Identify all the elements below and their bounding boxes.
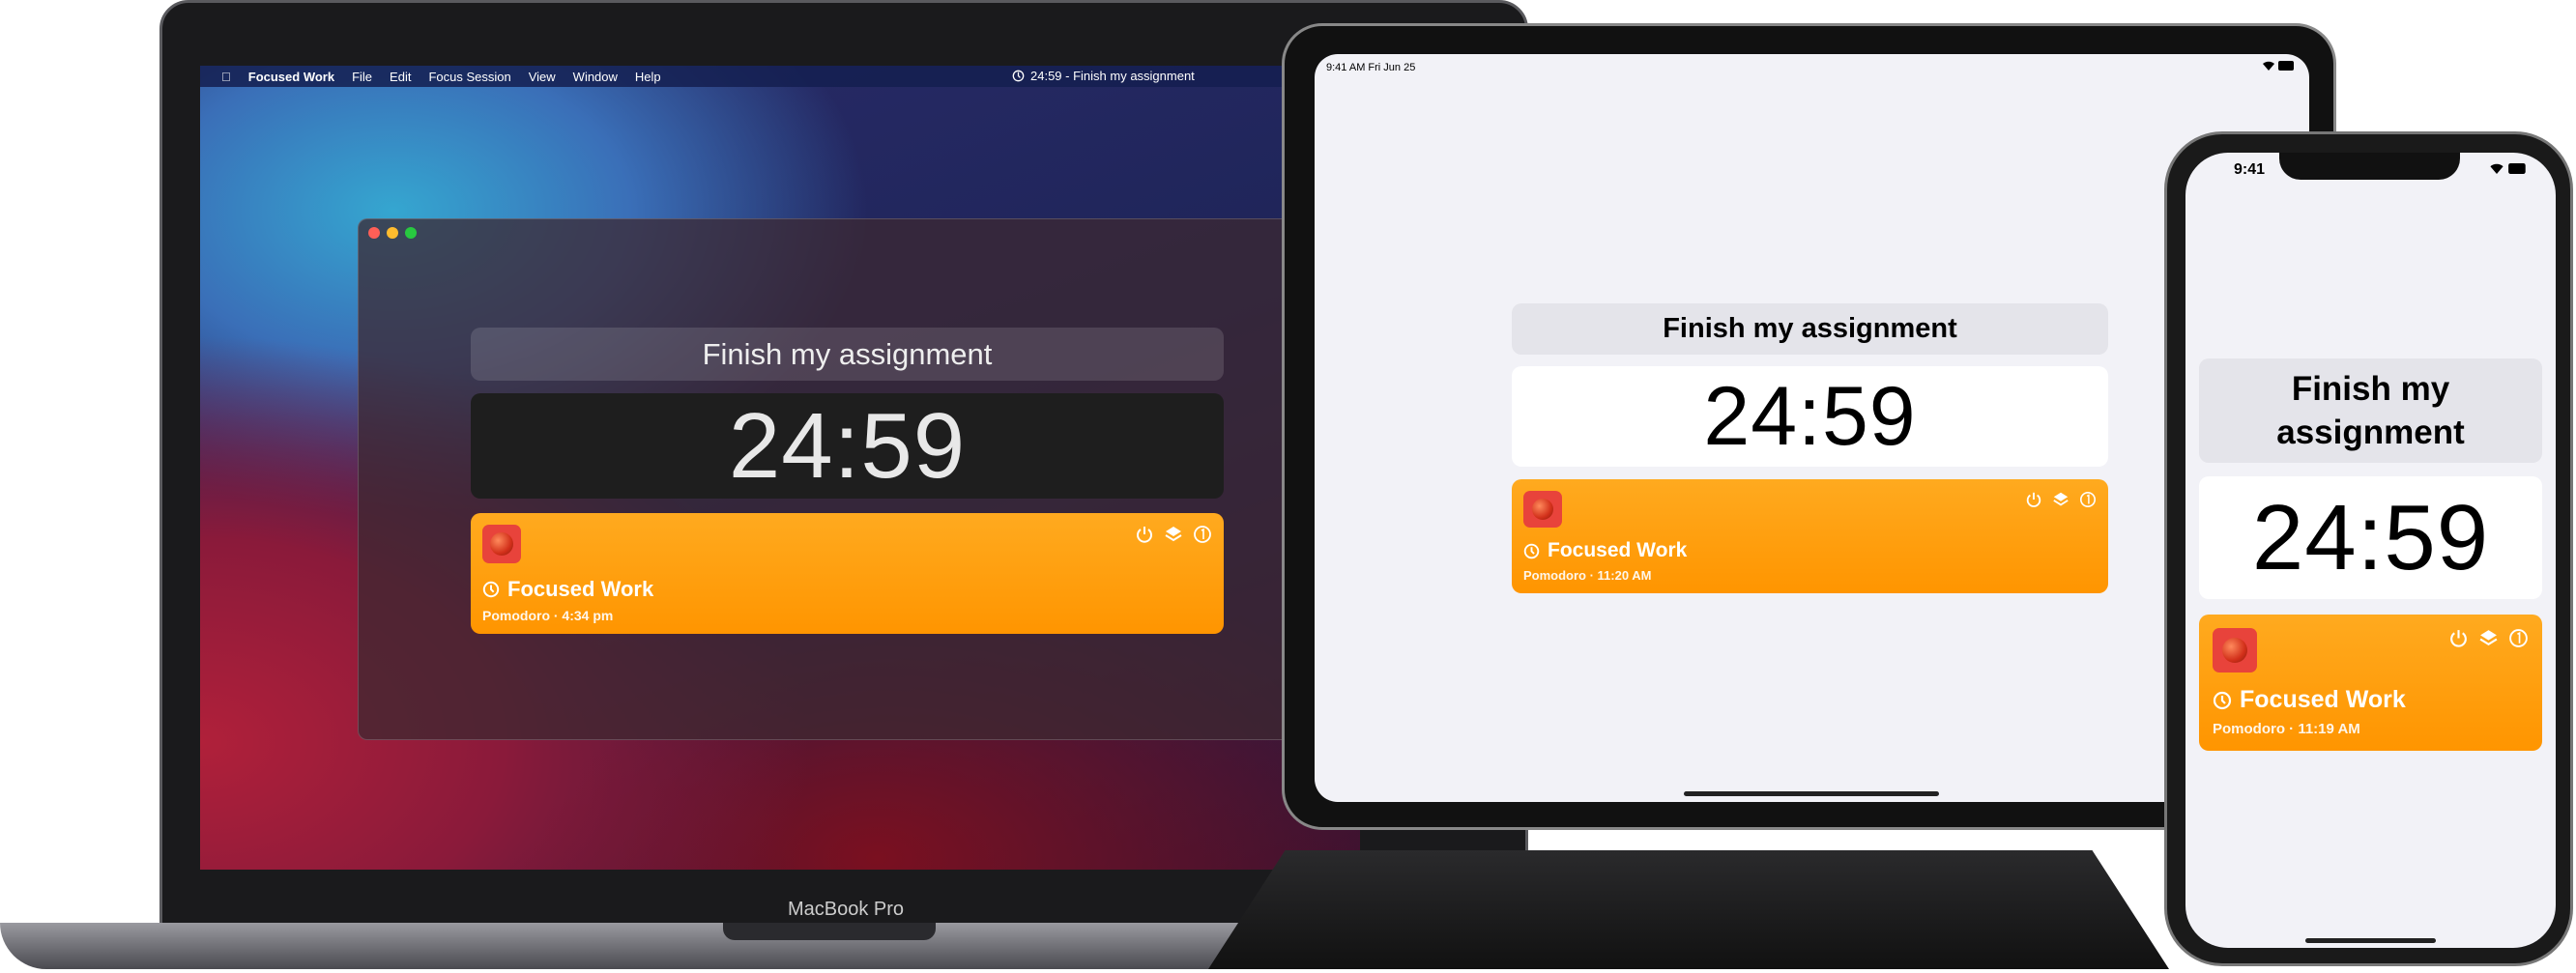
app-icon [2213,628,2257,673]
card-subtitle: Pomodoro · 11:19 AM [2213,721,2360,737]
app-icon [1523,491,1562,528]
menu-app-name[interactable]: Focused Work [248,70,334,84]
minimize-button[interactable] [387,227,398,239]
menu-file[interactable]: File [352,70,372,84]
session-card[interactable]: Focused Work Pomodoro · 11:20 AM [1512,479,2108,593]
iphone-notch [2279,153,2460,180]
layers-icon[interactable] [2052,491,2069,508]
number-one-circle-icon[interactable] [1193,525,1212,544]
session-card[interactable]: Focused Work Pomodoro · 4:34 pm [471,513,1224,634]
zoom-button[interactable] [405,227,417,239]
timer-icon [1012,70,1025,82]
status-time: 9:41 AM Fri Jun 25 [1326,62,1416,73]
card-name: Focused Work [2240,686,2406,713]
layers-icon[interactable] [2478,628,2499,648]
timer-display: 24:59 [2199,476,2542,599]
session-title[interactable]: Finish my assignment [1512,303,2108,355]
card-name: Focused Work [507,577,654,601]
tomato-icon [490,532,513,556]
window-controls [368,227,417,239]
battery-icon [2508,163,2526,174]
apple-icon[interactable]:  [221,70,231,84]
menu-view[interactable]: View [529,70,556,84]
menu-status-item[interactable]: 24:59 - Finish my assignment [1012,69,1195,83]
card-subtitle: Pomodoro · 4:34 pm [482,608,614,623]
card-name: Focused Work [1548,539,1688,561]
power-icon[interactable] [2025,491,2042,508]
tomato-icon [1532,499,1553,520]
card-title: Focused Work [482,577,653,602]
timer-display: 24:59 [471,393,1224,499]
status-time: 9:41 [2234,161,2266,178]
timer-icon [482,581,500,598]
iphone-screen: 9:41 Finish my assignment 24:59 Focused … [2185,153,2556,948]
ipad-screen: 9:41 AM Fri Jun 25 Finish my assignment … [1315,54,2309,802]
session-title[interactable]: Finish my assignment [471,328,1224,381]
number-one-circle-icon[interactable] [2079,491,2097,508]
battery-icon [2278,61,2294,71]
session-title[interactable]: Finish my assignment [2199,358,2542,463]
layers-icon[interactable] [1164,525,1183,544]
menu-window[interactable]: Window [573,70,618,84]
menu-help[interactable]: Help [635,70,661,84]
menu-bar:  Focused Work File Edit Focus Session V… [200,66,1360,87]
home-indicator[interactable] [1684,791,1939,796]
timer-icon [2213,691,2232,709]
card-subtitle: Pomodoro · 11:20 AM [1523,568,1652,583]
app-window: Finish my assignment 24:59 Focused Work … [358,218,1360,740]
app-icon [482,525,521,563]
session-card[interactable]: Focused Work Pomodoro · 11:19 AM [2199,615,2542,751]
menu-status-text: 24:59 - Finish my assignment [1030,69,1195,83]
home-indicator[interactable] [2305,938,2436,943]
timer-icon [1523,543,1540,558]
tomato-icon [2222,638,2247,663]
power-icon[interactable] [2448,628,2469,648]
number-one-circle-icon[interactable] [2508,628,2529,648]
timer-display: 24:59 [1512,366,2108,467]
power-icon[interactable] [1135,525,1154,544]
card-title: Focused Work [2213,686,2406,714]
wifi-icon [2490,163,2504,174]
ipad-keyboard [1208,850,2169,969]
macbook-notch [723,923,936,940]
close-button[interactable] [368,227,380,239]
menu-focus-session[interactable]: Focus Session [428,70,510,84]
menu-edit[interactable]: Edit [390,70,411,84]
card-title: Focused Work [1523,539,1687,562]
macos-desktop:  Focused Work File Edit Focus Session V… [200,66,1360,870]
wifi-icon [2263,61,2274,71]
